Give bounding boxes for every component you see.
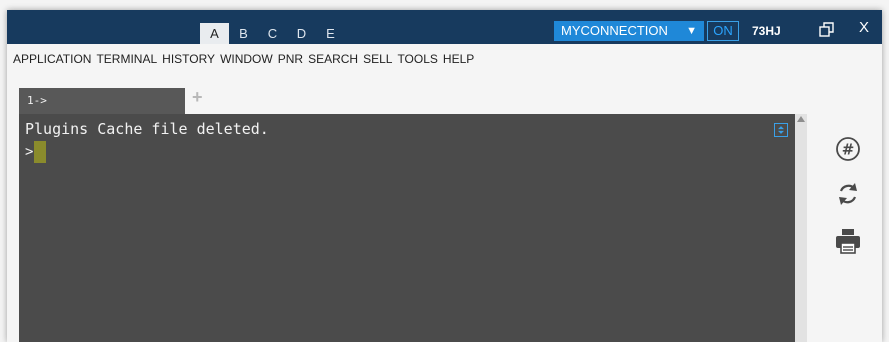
restore-window-icon[interactable]	[817, 20, 837, 40]
menu-pnr[interactable]: PNR	[278, 52, 303, 66]
text-cursor	[34, 141, 47, 163]
menu-tools[interactable]: TOOLS	[397, 52, 437, 66]
prompt-symbol: >	[25, 144, 34, 160]
terminal-output-line: Plugins Cache file deleted.	[25, 120, 269, 138]
menu-application[interactable]: APPLICATION	[13, 52, 91, 66]
refresh-icon[interactable]	[833, 179, 863, 209]
connection-dropdown[interactable]: MYCONNECTION ▼	[554, 21, 704, 41]
vertical-scrollbar[interactable]	[795, 114, 807, 342]
terminal-prompt-line[interactable]: >	[25, 141, 47, 163]
menu-search[interactable]: SEARCH	[308, 52, 358, 66]
session-tab-d[interactable]: D	[287, 23, 316, 44]
menu-bar: APPLICATION TERMINAL HISTORY WINDOW PNR …	[13, 52, 479, 66]
session-tab-e[interactable]: E	[316, 23, 345, 44]
add-tab-button[interactable]: +	[192, 86, 203, 108]
session-tab-c[interactable]: C	[258, 23, 287, 44]
menu-history[interactable]: HISTORY	[162, 52, 215, 66]
title-bar: A B C D E MYCONNECTION ▼ ON 73HJ X	[7, 10, 882, 44]
session-tab-a[interactable]: A	[200, 23, 229, 44]
connection-name: MYCONNECTION	[561, 23, 668, 38]
session-tabs: A B C D E	[200, 23, 345, 44]
user-id: 73HJ	[752, 24, 781, 38]
hash-circle-icon[interactable]: #	[833, 134, 863, 164]
connection-status-toggle[interactable]: ON	[707, 21, 739, 41]
terminal-tab-1[interactable]: 1->	[19, 88, 185, 114]
svg-text:#: #	[842, 141, 855, 159]
printer-icon[interactable]	[833, 226, 863, 256]
terminal-screen[interactable]: Plugins Cache file deleted. >	[19, 114, 795, 342]
menu-terminal[interactable]: TERMINAL	[96, 52, 157, 66]
menu-window[interactable]: WINDOW	[220, 52, 273, 66]
session-tab-b[interactable]: B	[229, 23, 258, 44]
menu-help[interactable]: HELP	[443, 52, 474, 66]
app-window: A B C D E MYCONNECTION ▼ ON 73HJ X APPLI…	[7, 10, 882, 342]
scroll-up-arrow-icon[interactable]	[797, 116, 805, 122]
menu-sell[interactable]: SELL	[363, 52, 392, 66]
close-button[interactable]: X	[859, 19, 869, 36]
terminal-tab-strip: 1-> +	[7, 86, 882, 114]
chevron-down-icon: ▼	[686, 25, 697, 37]
scroll-toggle-icon[interactable]	[774, 123, 788, 137]
